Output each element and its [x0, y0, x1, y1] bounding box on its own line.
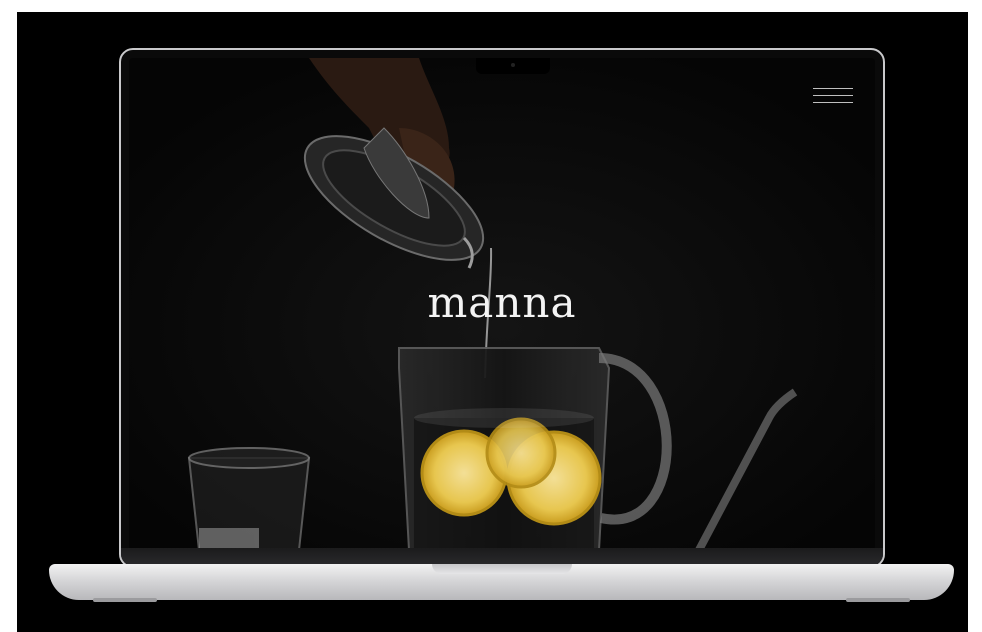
- base-foot-left: [93, 598, 157, 602]
- base-notch: [432, 564, 572, 574]
- laptop-base: [49, 564, 954, 602]
- laptop-lid: manna: [119, 48, 885, 568]
- frame-left: [0, 0, 17, 632]
- brand-logo[interactable]: manna: [129, 278, 875, 327]
- presentation-stage: manna: [0, 0, 982, 632]
- camera-notch: [476, 58, 550, 74]
- laptop-screen: manna: [129, 58, 875, 550]
- hamburger-menu-icon[interactable]: [813, 86, 853, 108]
- frame-right: [968, 0, 982, 632]
- base-foot-right: [846, 598, 910, 602]
- drinking-glass-shape: [187, 447, 311, 550]
- frame-top: [0, 0, 982, 12]
